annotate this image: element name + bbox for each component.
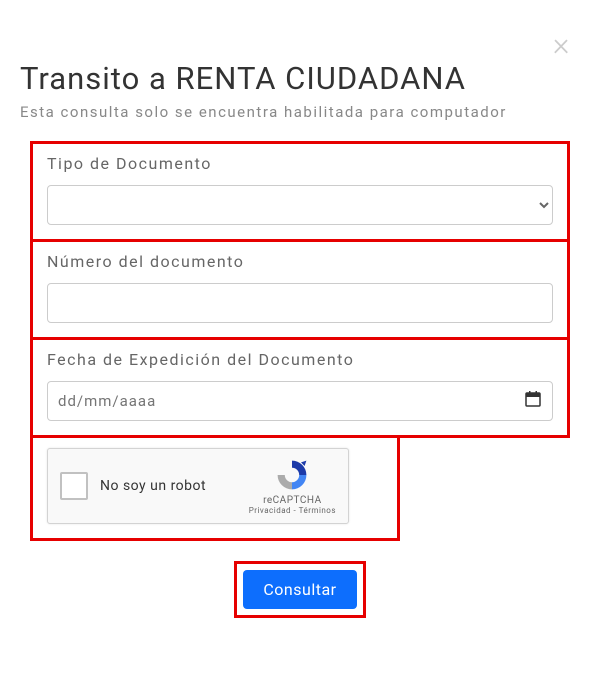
- consult-form: Tipo de Documento Número del documento F…: [20, 141, 580, 618]
- doc-type-select[interactable]: [47, 185, 553, 225]
- close-icon[interactable]: ×: [553, 28, 570, 60]
- recaptcha-brand-text: reCAPTCHA: [263, 495, 322, 506]
- page-subtitle: Esta consulta solo se encuentra habilita…: [20, 102, 580, 123]
- submit-highlight: Consultar: [234, 561, 365, 618]
- recaptcha-checkbox[interactable]: [60, 472, 88, 500]
- doc-date-input[interactable]: [47, 381, 553, 421]
- doc-type-label: Tipo de Documento: [47, 154, 553, 173]
- field-group-doc-date: Fecha de Expedición del Documento: [30, 340, 570, 438]
- submit-area: Consultar: [30, 561, 570, 618]
- recaptcha-branding: reCAPTCHA Privacidad - Términos: [249, 457, 336, 515]
- recaptcha-links[interactable]: Privacidad - Términos: [249, 506, 336, 515]
- doc-number-input[interactable]: [47, 283, 553, 323]
- doc-number-label: Número del documento: [47, 252, 553, 271]
- page-title: Transito a RENTA CIUDADANA: [20, 60, 580, 97]
- recaptcha-widget: No soy un robot reCAPTCHA Privacidad - T…: [47, 448, 349, 524]
- field-group-recaptcha: No soy un robot reCAPTCHA Privacidad - T…: [30, 438, 400, 541]
- recaptcha-icon: [274, 457, 310, 493]
- submit-button[interactable]: Consultar: [243, 570, 356, 609]
- field-group-doc-number: Número del documento: [30, 242, 570, 340]
- field-group-doc-type: Tipo de Documento: [30, 141, 570, 242]
- recaptcha-label: No soy un robot: [100, 478, 249, 494]
- doc-date-label: Fecha de Expedición del Documento: [47, 350, 553, 369]
